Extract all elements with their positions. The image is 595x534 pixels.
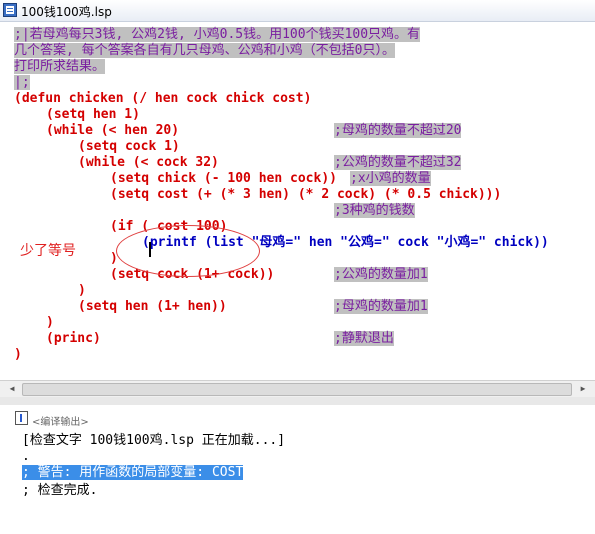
output-window-icon bbox=[15, 411, 28, 425]
code-princ: (princ) bbox=[46, 331, 101, 346]
window-title: 100钱100鸡.lsp bbox=[21, 5, 112, 19]
output-line-warning: ; 警告: 用作函数的局部变量: COST bbox=[22, 465, 244, 481]
comment-chick-count: ;x小鸡的数量 bbox=[350, 171, 431, 186]
code-while-cock: (while (< cock 32) bbox=[78, 155, 219, 170]
error-highlight-ellipse bbox=[116, 225, 260, 277]
comment-text: |; bbox=[14, 75, 30, 90]
scroll-left-icon[interactable]: ◀ bbox=[4, 381, 20, 397]
code-setq-hen: (setq hen 1) bbox=[46, 107, 140, 122]
comment-text: ;|若母鸡每只3钱, 公鸡2钱, 小鸡0.5钱。用100个钱买100只鸡。有 bbox=[14, 27, 421, 42]
code-close-defun: ) bbox=[14, 347, 22, 362]
missing-equals-annotation: 少了等号 bbox=[20, 243, 76, 259]
comment-cock-incr: ;公鸡的数量加1 bbox=[334, 267, 428, 282]
code-incr-hen: (setq hen (1+ hen)) bbox=[78, 299, 227, 314]
code-line-4: |; bbox=[14, 75, 30, 91]
code-line-2: 几个答案, 每个答案各自有几只母鸡、公鸡和小鸡（不包括0只）。 bbox=[14, 43, 395, 59]
code-close-hen: ) bbox=[46, 315, 54, 330]
comment-cost: ;3种鸡的钱数 bbox=[334, 203, 415, 218]
comment-hen-limit: ;母鸡的数量不超过20 bbox=[334, 123, 462, 138]
comment-cock-limit: ;公鸡的数量不超过32 bbox=[334, 155, 462, 170]
horizontal-scrollbar[interactable]: ◀ ▶ bbox=[0, 380, 595, 397]
comment-quiet-exit: ;静默退出 bbox=[334, 331, 394, 346]
code-while-hen: (while (< hen 20) bbox=[46, 123, 180, 138]
output-line-done: ; 检查完成. bbox=[22, 483, 98, 498]
code-editor[interactable]: ;|若母鸡每只3钱, 公鸡2钱, 小鸡0.5钱。用100个钱买100只鸡。有 几… bbox=[0, 22, 595, 380]
comment-text: 几个答案, 每个答案各自有几只母鸡、公鸡和小鸡（不包括0只）。 bbox=[14, 43, 395, 58]
scrollbar-thumb[interactable] bbox=[22, 383, 572, 396]
code-line-1: ;|若母鸡每只3钱, 公鸡2钱, 小鸡0.5钱。用100个钱买100只鸡。有 bbox=[14, 27, 421, 43]
code-setq-cock: (setq cock 1) bbox=[78, 139, 180, 154]
code-defun: (defun chicken (/ hen cock chick cost) bbox=[14, 91, 312, 106]
output-line-loading: [检查文字 100钱100鸡.lsp 正在加载...] bbox=[22, 433, 286, 448]
title-bar: 100钱100鸡.lsp bbox=[0, 0, 595, 22]
output-header: <编译输出> bbox=[0, 405, 595, 428]
panel-splitter[interactable] bbox=[0, 397, 595, 405]
selected-warning-text: ; 警告: 用作函数的局部变量: COST bbox=[22, 465, 244, 480]
build-output-panel: <编译输出> [检查文字 100钱100鸡.lsp 正在加载...] . ; 警… bbox=[0, 405, 595, 534]
code-setq-chick: (setq chick (- 100 hen cock)) bbox=[110, 171, 337, 186]
lisp-file-icon bbox=[3, 3, 17, 17]
code-close-cock: ) bbox=[78, 283, 86, 298]
comment-text: 打印所求结果。 bbox=[14, 59, 106, 74]
text-cursor bbox=[149, 242, 151, 257]
comment-hen-incr: ;母鸡的数量加1 bbox=[334, 299, 428, 314]
code-line-3: 打印所求结果。 bbox=[14, 59, 106, 75]
code-setq-cost: (setq cost (+ (* 3 hen) (* 2 cock) (* 0.… bbox=[110, 187, 502, 202]
output-title: <编译输出> bbox=[32, 417, 89, 428]
output-line-dot: . bbox=[22, 449, 30, 464]
scroll-right-icon[interactable]: ▶ bbox=[575, 381, 591, 397]
